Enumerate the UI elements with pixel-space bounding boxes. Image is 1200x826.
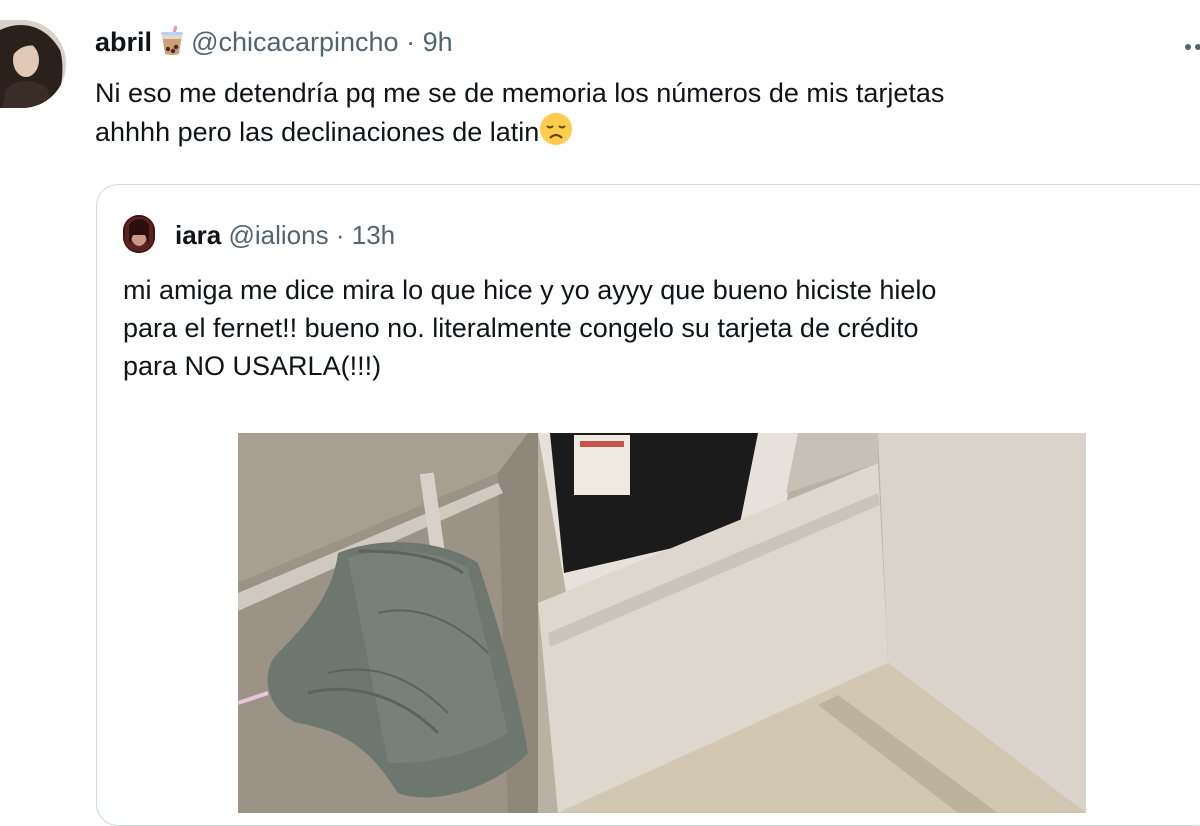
header-separator: · xyxy=(406,27,416,57)
author-avatar[interactable] xyxy=(0,20,66,108)
quoted-text: mi amiga me dice mira lo que hice y yo a… xyxy=(123,271,1183,385)
tweet-text-line: ahhhh pero las declinaciones de latin xyxy=(95,112,1175,156)
author-avatar-image xyxy=(0,20,66,108)
quoted-author-name[interactable]: iara xyxy=(175,220,221,250)
disappointed-face-emoji xyxy=(539,112,573,156)
author-handle[interactable]: @chicacarpincho xyxy=(191,27,399,57)
quoted-author-avatar-image xyxy=(123,215,155,253)
quoted-time[interactable]: 13h xyxy=(352,220,395,250)
tweet-time[interactable]: 9h xyxy=(423,27,453,57)
kitchen-photo xyxy=(238,433,1086,813)
more-options-icon[interactable] xyxy=(1184,38,1200,50)
quoted-author-handle[interactable]: @ialions xyxy=(229,220,329,250)
quoted-header: iara @ialions · 13h xyxy=(175,219,395,251)
quoted-tweet[interactable]: iara @ialions · 13h mi amiga me dice mir… xyxy=(96,184,1200,826)
bubble-tea-emoji xyxy=(160,25,184,63)
tweet-text-line: Ni eso me detendría pq me se de memoria … xyxy=(95,78,945,108)
quoted-text-line: mi amiga me dice mira lo que hice y yo a… xyxy=(123,275,937,305)
tweet-text-line-content: ahhhh pero las declinaciones de latin xyxy=(95,117,540,147)
quoted-text-line: para el fernet!! bueno no. literalmente … xyxy=(123,313,919,343)
author-name[interactable]: abril xyxy=(95,27,152,57)
quoted-header-separator: · xyxy=(335,220,345,250)
quoted-media-photo[interactable] xyxy=(238,433,1086,813)
quoted-text-line: para NO USARLA(!!!) xyxy=(123,351,382,381)
tweet-text: Ni eso me detendría pq me se de memoria … xyxy=(95,74,1175,156)
tweet-header: abril @chicacarpincho · 9h xyxy=(95,25,453,63)
quoted-author-avatar[interactable] xyxy=(123,215,155,253)
